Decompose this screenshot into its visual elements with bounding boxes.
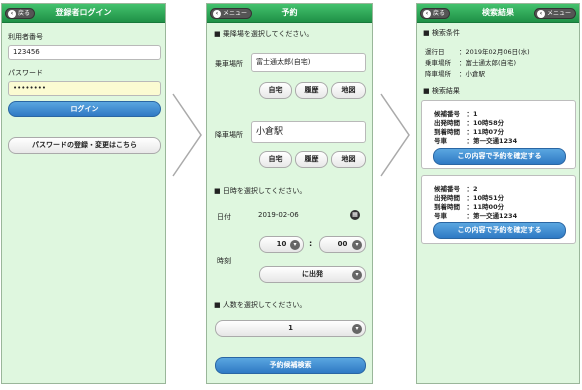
section-heading-conditions: ■ 検索条件 [423,29,460,37]
condition-label: 運行日 [425,48,445,56]
chevron-down-icon: ▾ [352,270,362,280]
arrow-right-icon [172,93,202,177]
result-card: 候補番号 ：1 出発時間 ：10時58分 到着時間 ：11時07分 号車 ：第一… [421,100,576,169]
time-label: 時刻 [217,257,231,265]
password-input[interactable]: •••••••• [8,81,161,96]
hour-value: 10 [276,240,287,248]
pickup-map-button[interactable]: 地図 [331,82,366,99]
dropoff-history-button[interactable]: 履歴 [295,151,328,168]
condition-value: ：2019年02月06日(水) [459,48,530,56]
minute-select[interactable]: 00 ▾ [319,236,366,253]
pickup-label: 乗車場所 [215,60,243,68]
car-number: 号車 ：第一交通1234 [434,212,518,220]
user-number-label: 利用者番号 [8,33,43,41]
dropoff-home-button[interactable]: 自宅 [259,151,292,168]
condition-value: ：小倉駅 [459,70,485,78]
flow-stage: ‹ 戻る 登録者ログイン 利用者番号 123456 パスワード ••••••••… [0,0,582,390]
arrow-right-icon [380,93,410,177]
user-number-input[interactable]: 123456 [8,45,161,60]
section-heading-datetime: ■ 日時を選択してください。 [214,187,307,195]
car-number: 号車 ：第一交通1234 [434,137,518,145]
reservation-screen: ‹ メニュー 予約 ■ 乗降場を選択してください。 乗車場所 富士通太郎(自宅)… [206,3,373,384]
minute-value: 00 [337,240,348,248]
dropoff-map-button[interactable]: 地図 [331,151,366,168]
header-bar: ‹ 戻る 検索結果 ‹ メニュー [417,4,579,23]
pickup-home-button[interactable]: 自宅 [259,82,292,99]
dropoff-label: 降車場所 [215,131,243,139]
chevron-left-icon: ‹ [536,9,545,18]
result-card: 候補番号 ：2 出発時間 ：10時51分 到着時間 ：11時00分 号車 ：第一… [421,175,576,244]
chevron-down-icon: ▾ [352,240,362,250]
login-button[interactable]: ログイン [8,101,161,117]
date-value[interactable]: 2019-02-06 [258,211,299,219]
departure-option: に出発 [302,270,323,278]
condition-row: 乗車場所 ：富士通太郎(自宅) [425,57,516,67]
search-results-screen: ‹ 戻る 検索結果 ‹ メニュー ■ 検索条件 運行日 ：2019年02月06日(… [416,3,580,384]
time-separator: : [309,239,313,248]
login-screen: ‹ 戻る 登録者ログイン 利用者番号 123456 パスワード ••••••••… [1,3,166,384]
search-candidates-button[interactable]: 予約候補検索 [215,357,366,374]
header-bar: ‹ 戻る 登録者ログイン [2,4,165,23]
pickup-input[interactable]: 富士通太郎(自宅) [251,53,366,72]
date-label: 日付 [217,213,231,221]
section-heading-results: ■ 検索結果 [423,87,460,95]
condition-label: 降車場所 [425,70,451,78]
section-heading-place: ■ 乗降場を選択してください。 [214,30,314,38]
chevron-down-icon: ▾ [290,240,300,250]
condition-row: 運行日 ：2019年02月06日(水) [425,46,530,56]
chevron-down-icon: ▾ [352,324,362,334]
dropoff-input[interactable]: 小倉駅 [251,121,366,143]
section-heading-people: ■ 人数を選択してください。 [214,301,307,309]
page-title: 予約 [281,8,298,17]
condition-row: 降車場所 ：小倉駅 [425,68,485,78]
departure-arrival-select[interactable]: に出発 ▾ [259,266,366,283]
people-select[interactable]: 1 ▾ [215,320,366,337]
calendar-icon[interactable]: ▦ [350,210,360,220]
pickup-history-button[interactable]: 履歴 [295,82,328,99]
condition-label: 乗車場所 [425,59,451,67]
menu-button[interactable]: ‹ メニュー [533,8,576,19]
header-bar: ‹ メニュー 予約 [207,4,372,23]
password-label: パスワード [8,69,43,77]
page-title: 登録者ログイン [55,8,112,17]
menu-label: メニュー [546,10,571,17]
confirm-reservation-button[interactable]: この内容で予約を確定する [433,222,566,239]
hour-select[interactable]: 10 ▾ [259,236,304,253]
people-value: 1 [288,324,293,332]
register-password-button[interactable]: パスワードの登録・変更はこちら [8,137,161,154]
condition-value: ：富士通太郎(自宅) [459,59,517,67]
confirm-reservation-button[interactable]: この内容で予約を確定する [433,148,566,165]
